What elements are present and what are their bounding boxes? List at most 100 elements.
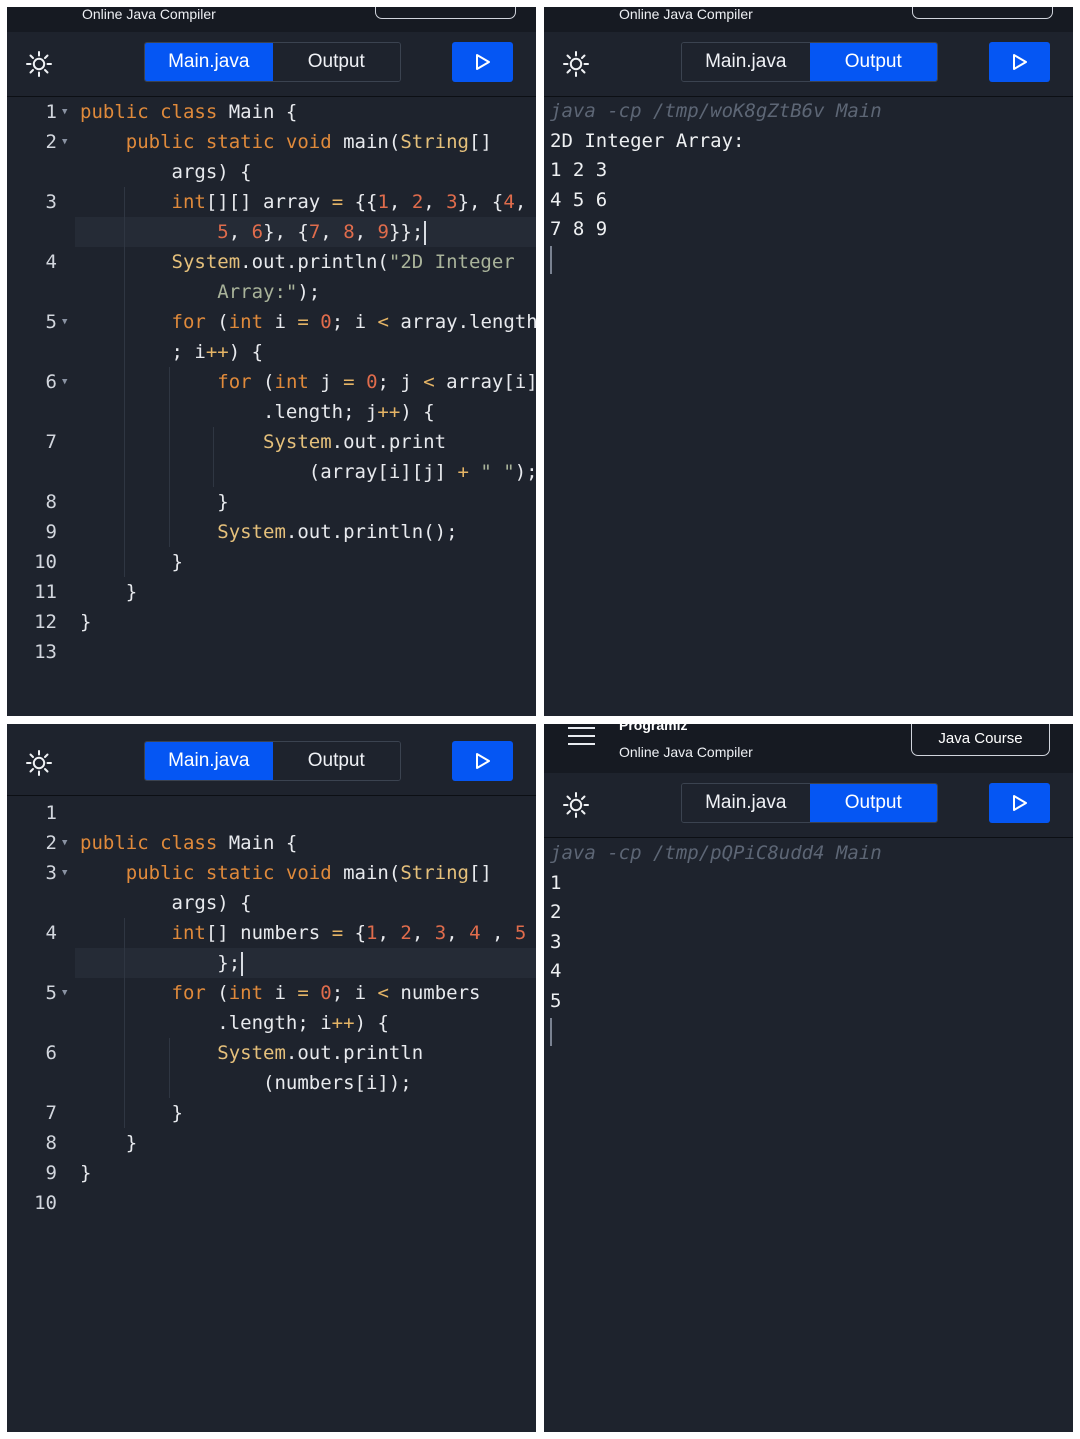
fold-arrow-icon[interactable]: ▼ — [62, 367, 67, 397]
code-line: .length; i++) { — [7, 1008, 536, 1038]
tab-output[interactable]: Output — [272, 742, 400, 780]
tab-main-java[interactable]: Main.java — [145, 43, 273, 81]
code-line: 4 System.out.println("2D Integer — [7, 247, 536, 277]
sun-icon[interactable] — [25, 50, 53, 78]
code-line: 1 ▼ public class Main { — [7, 97, 536, 127]
brand-logo[interactable]: Programiz — [619, 724, 687, 733]
run-button[interactable] — [452, 42, 513, 82]
code-line: 5, 6}, {7, 8, 9}}; — [7, 217, 536, 247]
code-line: 7 } — [7, 1098, 536, 1128]
java-course-button[interactable]: Java Course — [911, 724, 1050, 756]
site-header: Online Java Compiler — [544, 7, 1073, 33]
sun-icon[interactable] — [25, 749, 53, 777]
code-line: 2 ▼ public static void main(String[] — [7, 127, 536, 157]
line-number: 6 — [45, 371, 57, 393]
output-line: 5 — [550, 989, 562, 1012]
line-number: 12 — [34, 611, 57, 633]
site-header: Programiz Online Java Compiler Java Cour… — [544, 724, 1073, 774]
code-line: args) { — [80, 161, 252, 183]
java-course-button[interactable] — [375, 7, 516, 19]
tab-main-java[interactable]: Main.java — [682, 43, 810, 81]
java-course-button[interactable] — [912, 7, 1053, 19]
fold-arrow-icon[interactable]: ▼ — [62, 97, 67, 127]
code-line: 5 ▼ for (int i = 0; i < numbers — [7, 978, 536, 1008]
line-number: 9 — [45, 1162, 57, 1184]
code-line: 9 System.out.println(); — [7, 517, 536, 547]
fold-arrow-icon[interactable]: ▼ — [62, 127, 67, 157]
run-button[interactable] — [989, 42, 1050, 82]
code-line: 4 int[] numbers = {1, 2, 3, 4 , 5 — [7, 918, 536, 948]
hamburger-icon[interactable] — [568, 727, 595, 746]
file-tabs: Main.java Output — [681, 42, 938, 82]
text-cursor — [424, 220, 427, 245]
output-line: 1 2 3 — [550, 159, 608, 182]
tab-main-java[interactable]: Main.java — [145, 742, 273, 780]
editor-toolbar: Main.java Output — [7, 32, 536, 97]
code-line: 3 int[][] array = {{1, 2, 3}, {4, — [7, 187, 536, 217]
line-number: 8 — [45, 491, 57, 513]
console-cursor — [550, 1017, 552, 1046]
code-line: (numbers[i]); — [7, 1068, 536, 1098]
compiler-subtitle: Online Java Compiler — [619, 744, 753, 760]
play-icon — [1012, 54, 1027, 70]
output-console[interactable]: java -cp /tmp/woK8gZtB6v Main 2D Integer… — [550, 97, 1073, 274]
tab-main-java[interactable]: Main.java — [682, 784, 810, 822]
line-number: 4 — [45, 922, 57, 944]
code-line: }; — [7, 948, 536, 978]
line-number: 5 — [45, 311, 57, 333]
line-number: 3 — [45, 862, 57, 884]
output-line: 2 — [550, 901, 562, 924]
code-line: 10 — [7, 1188, 536, 1218]
code-line: 8 } — [7, 487, 536, 517]
run-button[interactable] — [989, 783, 1050, 823]
play-icon — [475, 753, 490, 769]
code-line: (array[i][j] + " "); — [7, 457, 536, 487]
console-cursor — [550, 245, 552, 274]
line-number: 3 — [45, 191, 57, 213]
tab-output[interactable]: Output — [809, 43, 937, 81]
code-line: 8 } — [7, 1128, 536, 1158]
tab-output[interactable]: Output — [272, 43, 400, 81]
compiler-subtitle: Online Java Compiler — [82, 7, 216, 22]
editor-panel-2d-array: Online Java Compiler Main.java Output 1 … — [7, 7, 536, 716]
line-number: 2 — [45, 832, 57, 854]
fold-arrow-icon[interactable]: ▼ — [62, 858, 67, 888]
code-line: Array:"); — [7, 277, 536, 307]
code-line: 9 } — [7, 1158, 536, 1188]
code-line: 1 — [7, 798, 536, 828]
tab-output[interactable]: Output — [809, 784, 937, 822]
code-line: 2 ▼ public class Main { — [7, 828, 536, 858]
sun-icon[interactable] — [562, 50, 590, 78]
line-number: 7 — [45, 431, 57, 453]
line-number: 6 — [45, 1042, 57, 1064]
compiler-subtitle: Online Java Compiler — [619, 7, 753, 22]
output-panel-2d-array: Online Java Compiler Main.java Output ja… — [544, 7, 1073, 716]
fold-arrow-icon[interactable]: ▼ — [62, 978, 67, 1008]
line-number: 10 — [34, 551, 57, 573]
code-line: 12 } — [7, 607, 536, 637]
line-number: 2 — [45, 131, 57, 153]
sun-icon[interactable] — [562, 791, 590, 819]
code-line: 7 System.out.print — [7, 427, 536, 457]
code-line: 6 ▼ for (int j = 0; j < array[i] — [7, 367, 536, 397]
line-number: 1 — [45, 802, 57, 824]
fold-arrow-icon[interactable]: ▼ — [62, 828, 67, 858]
editor-toolbar: Main.java Output — [544, 32, 1073, 97]
output-line: 3 — [550, 930, 562, 953]
code-line: args) { — [80, 892, 252, 914]
line-number: 10 — [34, 1192, 57, 1214]
fold-arrow-icon[interactable]: ▼ — [62, 307, 67, 337]
editor-toolbar: Main.java Output — [7, 731, 536, 796]
code-line: .length; j++) { — [7, 397, 536, 427]
line-number: 5 — [45, 982, 57, 1004]
run-command: java -cp /tmp/woK8gZtB6v Main — [550, 100, 882, 122]
site-header: Online Java Compiler — [7, 7, 536, 33]
editor-panel-1d-array: Main.java Output 1 2 ▼ public class Main… — [7, 724, 536, 1432]
file-tabs: Main.java Output — [681, 783, 938, 823]
line-number: 4 — [45, 251, 57, 273]
code-line: 10 } — [7, 547, 536, 577]
run-button[interactable] — [452, 741, 513, 781]
output-console[interactable]: java -cp /tmp/pQPiC8udd4 Main 1 2 3 4 5 — [550, 839, 1073, 1046]
line-number: 8 — [45, 1132, 57, 1154]
output-line: 2D Integer Array: — [550, 129, 745, 152]
